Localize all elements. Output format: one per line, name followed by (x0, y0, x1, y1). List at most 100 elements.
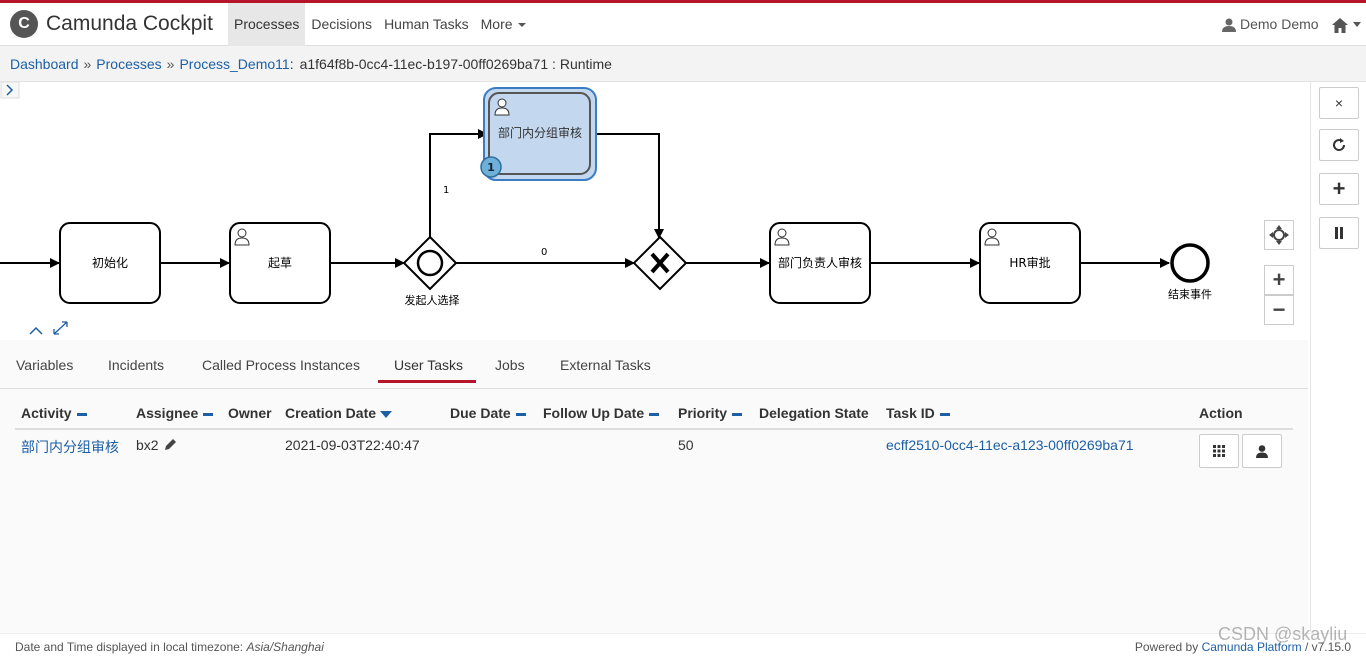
add-variable-button[interactable]: + (1319, 173, 1359, 205)
cell-creation-date: 2021-09-03T22:40:47 (285, 437, 420, 453)
sort-none-icon[interactable] (76, 412, 87, 416)
user-menu[interactable]: Demo Demo (1222, 3, 1319, 46)
end-event-label: 结束事件 (1168, 288, 1212, 301)
column-header-activity[interactable]: Activity (21, 405, 87, 421)
tab-external-tasks[interactable]: External Tasks (560, 357, 651, 373)
task-draft[interactable]: 起草 (229, 222, 331, 304)
tab-variables[interactable]: Variables (16, 357, 73, 373)
instance-actions-column: × + (1310, 82, 1366, 632)
home-menu[interactable] (1332, 15, 1362, 35)
refresh-icon (1333, 138, 1346, 151)
pencil-icon[interactable] (163, 438, 177, 452)
top-navbar: C Camunda Cockpit Processes Decisions Hu… (0, 0, 1366, 46)
task-hr-approve-label: HR审批 (1009, 255, 1050, 270)
end-event[interactable]: 结束事件 (1168, 243, 1212, 301)
footer: Date and Time displayed in local timezon… (0, 633, 1366, 657)
reset-position-button[interactable] (1264, 220, 1294, 250)
header-label: Activity (21, 405, 72, 421)
timezone-note: Date and Time displayed in local timezon… (15, 640, 324, 654)
crosshair-icon (1269, 225, 1289, 245)
header-label: Task ID (886, 405, 935, 421)
breadcrumb-instance: a1f64f8b-0cc4-11ec-b197-00ff0269ba71 : R… (299, 56, 612, 72)
suspend-button[interactable] (1319, 217, 1359, 249)
nav-more-dropdown[interactable]: More (475, 3, 532, 46)
sort-none-icon[interactable] (649, 412, 660, 416)
nav-human-tasks[interactable]: Human Tasks (378, 3, 475, 46)
column-header-task-id[interactable]: Task ID (886, 405, 950, 421)
sort-none-icon[interactable] (515, 412, 526, 416)
gateway-exclusive[interactable] (632, 235, 688, 291)
nav-processes[interactable]: Processes (228, 3, 306, 46)
user-name: Demo Demo (1240, 16, 1319, 32)
token-count: 1 (487, 161, 495, 174)
header-label: Due Date (450, 405, 511, 421)
nav-decisions[interactable]: Decisions (305, 3, 378, 46)
breadcrumb-separator: » (166, 56, 175, 72)
change-assignee-button[interactable] (1242, 434, 1282, 468)
cancel-instance-button[interactable]: × (1319, 87, 1359, 119)
watermark-text: CSDN @skayliu (1218, 624, 1348, 644)
brand[interactable]: C Camunda Cockpit (10, 10, 213, 38)
column-header-owner: Owner (228, 405, 272, 421)
cell-task-id-link[interactable]: ecff2510-0cc4-11ec-a123-00ff0269ba71 (886, 437, 1134, 453)
sort-none-icon[interactable] (939, 412, 950, 416)
task-dept-head-review-label: 部门负责人审核 (778, 255, 862, 270)
cell-activity-link[interactable]: 部门内分组审核 (21, 437, 119, 457)
sidebar-toggle-icon[interactable] (0, 81, 20, 99)
task-init-label: 初始化 (92, 256, 128, 270)
task-dept-group-review[interactable]: 部门内分组审核 1 (480, 87, 597, 181)
task-init[interactable]: 初始化 (59, 222, 161, 304)
retry-button[interactable] (1319, 129, 1359, 161)
header-label: Owner (228, 405, 272, 421)
instance-tabs: Variables Incidents Called Process Insta… (0, 340, 1308, 389)
header-divider (15, 428, 1293, 430)
flow-label-upper: 1 (443, 185, 449, 196)
zoom-in-button[interactable]: + (1264, 265, 1294, 295)
column-header-follow-up-date[interactable]: Follow Up Date (543, 405, 660, 421)
gateway-label: 发起人选择 (405, 293, 460, 307)
breadcrumb-separator: » (83, 56, 92, 72)
column-header-action: Action (1199, 405, 1243, 421)
sort-none-icon[interactable] (732, 412, 743, 416)
user-icon (1222, 18, 1236, 32)
flow-label-lower: 0 (541, 247, 547, 258)
zoom-out-button[interactable]: − (1264, 295, 1294, 325)
column-header-due-date[interactable]: Due Date (450, 405, 526, 421)
chevron-down-icon (1353, 22, 1361, 27)
task-dept-head-review[interactable]: 部门负责人审核 (769, 222, 871, 304)
cell-assignee[interactable]: bx2 (136, 437, 177, 453)
tab-jobs[interactable]: Jobs (495, 357, 525, 373)
column-header-assignee[interactable]: Assignee (136, 405, 214, 421)
user-icon (1256, 444, 1268, 458)
app-title: Camunda Cockpit (46, 12, 213, 35)
sort-desc-icon[interactable] (380, 410, 393, 418)
column-header-creation-date[interactable]: Creation Date (285, 405, 393, 421)
main-nav: Processes Decisions Human Tasks More (228, 3, 532, 46)
breadcrumb-colon: : (289, 56, 294, 72)
powered-by-label: Powered by (1134, 640, 1199, 654)
header-label: Priority (678, 405, 728, 421)
timezone-prefix: Date and Time displayed in local timezon… (15, 640, 244, 654)
sort-none-icon[interactable] (203, 412, 214, 416)
breadcrumb-dashboard[interactable]: Dashboard (10, 56, 79, 72)
header-label: Delegation State (759, 405, 869, 421)
gateway-initiator-choice[interactable]: 发起人选择 (402, 235, 460, 307)
bpmn-diagram[interactable]: 1 0 初始化 起草 发起人选择 部门内分组审核 1 部门负责人审核 HR审批 … (0, 81, 1310, 340)
task-draft-label: 起草 (268, 256, 292, 270)
breadcrumb-processes[interactable]: Processes (96, 56, 161, 72)
header-label: Assignee (136, 405, 199, 421)
column-header-delegation-state: Delegation State (759, 405, 869, 421)
cell-priority[interactable]: 50 (678, 437, 694, 453)
task-hr-approve[interactable]: HR审批 (979, 222, 1081, 304)
manage-groups-button[interactable] (1199, 434, 1239, 468)
collapse-up-icon[interactable] (29, 326, 43, 335)
fullscreen-icon[interactable] (53, 321, 68, 335)
timezone-value: Asia/Shanghai (246, 640, 324, 654)
grid-icon (1213, 445, 1225, 457)
breadcrumb-process[interactable]: Process_Demo11 (179, 56, 289, 72)
column-header-priority[interactable]: Priority (678, 405, 743, 421)
pause-icon (1335, 227, 1343, 239)
tab-called-process-instances[interactable]: Called Process Instances (202, 357, 360, 373)
tab-user-tasks[interactable]: User Tasks (394, 357, 463, 373)
tab-incidents[interactable]: Incidents (108, 357, 164, 373)
